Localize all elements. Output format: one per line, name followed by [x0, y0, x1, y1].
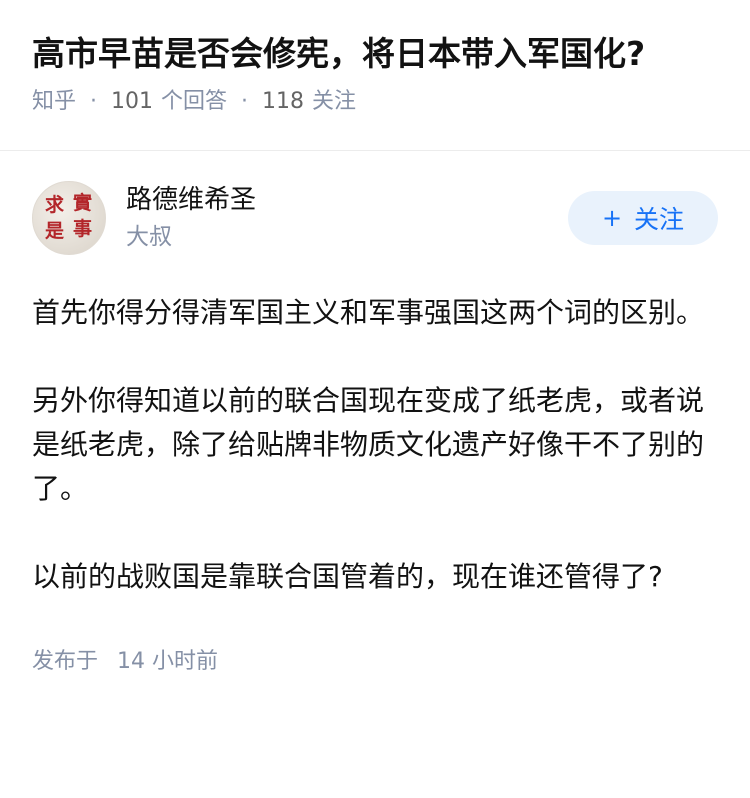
- follow-button[interactable]: + 关注: [568, 191, 718, 245]
- author-bio: 大叔: [126, 224, 172, 250]
- answer-paragraph: 以前的战败国是靠联合国管着的，现在谁还管得了?: [32, 560, 663, 593]
- follower-count-label[interactable]: 关注: [312, 86, 356, 118]
- plus-icon: +: [601, 204, 623, 232]
- avatar-seal-char: 求: [45, 194, 65, 216]
- source-label[interactable]: 知乎: [32, 86, 76, 118]
- question-meta: 知乎 · 101 个回答 · 118 关注: [32, 86, 718, 118]
- published-time: 14 小时前: [117, 649, 219, 674]
- answer-count-label[interactable]: 个回答: [161, 86, 227, 118]
- avatar-seal-char: 實: [73, 192, 93, 214]
- question-title[interactable]: 高市早苗是否会修宪，将日本带入军国化?: [32, 30, 718, 78]
- answer-footer: 发布于 14 小时前: [0, 643, 750, 675]
- avatar-seal-char: 事: [73, 218, 93, 240]
- answer-paragraph: 另外你得知道以前的联合国现在变成了纸老虎，或者说是纸老虎，除了给贴牌非物质文化遗…: [32, 384, 705, 505]
- answer-content: 首先你得分得清军国主义和军事强国这两个词的区别。 另外你得知道以前的联合国现在变…: [0, 291, 750, 599]
- author-name[interactable]: 路德维希圣: [126, 182, 568, 218]
- author-info: 路德维希圣 大叔: [126, 182, 568, 254]
- question-header: 高市早苗是否会修宪，将日本带入军国化? 知乎 · 101 个回答 · 118 关…: [0, 0, 750, 120]
- meta-separator: ·: [90, 89, 98, 114]
- meta-separator: ·: [241, 89, 249, 114]
- follow-button-label: 关注: [634, 205, 685, 234]
- published-label: 发布于: [32, 649, 99, 674]
- answer-count: 101: [111, 89, 154, 114]
- avatar-seal-char: 是: [45, 220, 65, 242]
- answer-paragraph: 首先你得分得清军国主义和军事强国这两个词的区别。: [32, 296, 705, 329]
- avatar[interactable]: 求 實 是 事: [32, 181, 106, 255]
- follower-count: 118: [262, 89, 305, 114]
- author-card: 求 實 是 事 路德维希圣 大叔 + 关注: [0, 151, 750, 291]
